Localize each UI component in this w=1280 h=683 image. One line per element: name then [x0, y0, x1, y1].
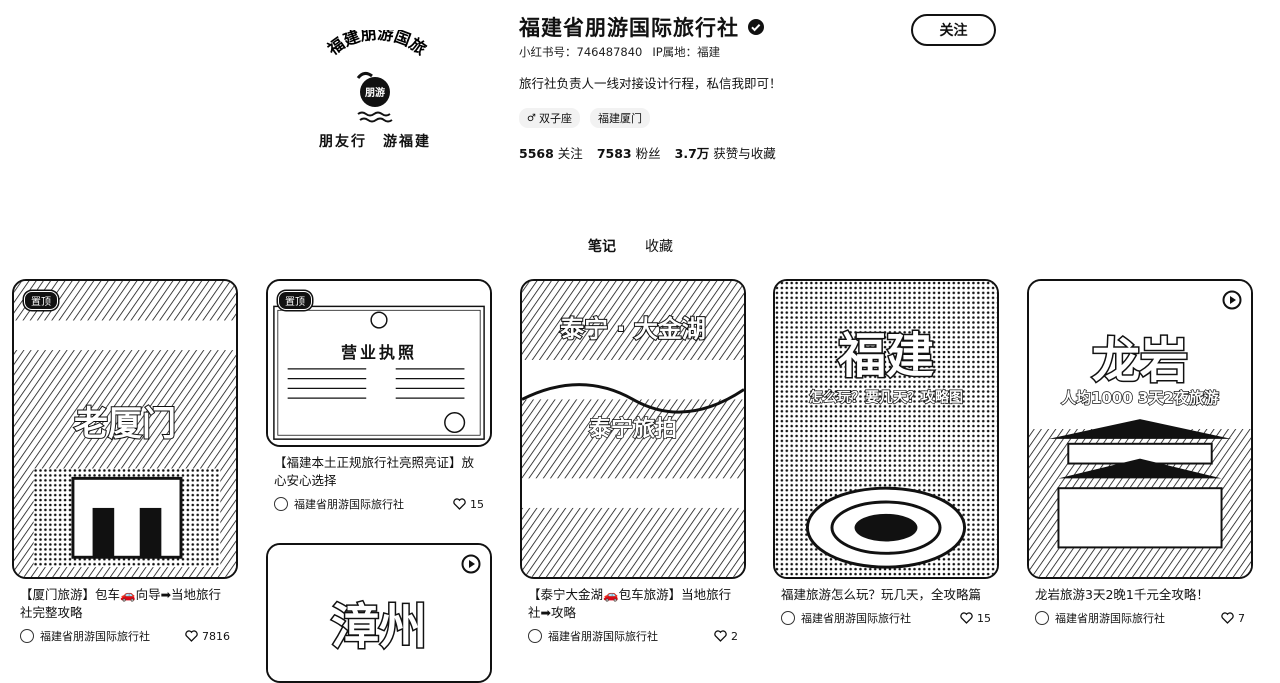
note-card[interactable]: 置顶 老厦门 【厦门旅游】包车🚗向导➡当地旅行社完整攻略 福建省朋游国际旅行社 …: [12, 279, 238, 644]
cover-title: 营业执照: [340, 343, 417, 362]
profile-meta: 小红书号：746487840 IP属地：福建: [519, 44, 720, 60]
stat-followers-num: 7583: [596, 146, 632, 161]
note-footer: 福建省朋游国际旅行社 7: [1027, 604, 1253, 626]
note-author[interactable]: 福建省朋游国际旅行社: [1035, 610, 1165, 626]
pinned-badge: 置顶: [24, 291, 58, 310]
note-caption[interactable]: 【厦门旅游】包车🚗向导➡当地旅行社完整攻略: [12, 579, 238, 622]
cover-subtitle: 怎么玩？要几天？攻略图: [808, 389, 963, 406]
heart-icon: [714, 630, 727, 642]
note-caption[interactable]: 【福建本土正规旅行社亮照亮证】放心安心选择: [266, 447, 492, 490]
author-name: 福建省朋游国际旅行社: [1055, 612, 1165, 625]
note-cover[interactable]: 置顶 营业执照: [266, 279, 492, 447]
cover-title: 老厦门: [73, 403, 177, 445]
tag-location-text: 福建厦门: [597, 112, 642, 125]
author-name: 福建省朋游国际旅行社: [801, 612, 911, 625]
author-avatar: [528, 629, 542, 643]
note-card[interactable]: 置顶 营业执照 【福建本土正规旅行社亮照亮证】放心安心选择 福建省朋游国际旅行社…: [266, 279, 492, 512]
tag-location: 福建厦门: [589, 108, 650, 128]
note-footer: 福建省朋游国际旅行社 7816: [12, 622, 238, 644]
like-button[interactable]: 7816: [185, 630, 230, 643]
like-count: 2: [731, 629, 738, 643]
stat-followers-label: 粉丝: [635, 146, 661, 161]
cover-subtitle: 人均1000 3天2夜旅游: [1060, 388, 1219, 407]
cover-title: 漳州: [329, 598, 428, 657]
cover-title: 龙岩: [1090, 332, 1189, 391]
note-author[interactable]: 福建省朋游国际旅行社: [20, 628, 150, 644]
profile-stats: 5568 关注 7583 粉丝 3.7万 获赞与收藏: [519, 143, 776, 162]
like-button[interactable]: 15: [960, 612, 991, 625]
note-card[interactable]: 漳州: [266, 543, 492, 683]
heart-icon: [960, 612, 973, 624]
stat-following-num: 5568: [519, 146, 554, 161]
stat-followers[interactable]: 7583 粉丝: [597, 143, 661, 162]
author-avatar: [274, 497, 288, 511]
tag-zodiac: ♂ 双子座: [519, 108, 580, 128]
note-cover[interactable]: 漳州: [266, 543, 492, 683]
profile-tabs: 笔记 收藏: [588, 236, 673, 260]
tab-notes[interactable]: 笔记: [588, 236, 616, 260]
author-name: 福建省朋游国际旅行社: [40, 630, 150, 643]
note-author[interactable]: 福建省朋游国际旅行社: [528, 628, 658, 644]
video-play-icon: [461, 554, 481, 574]
pinned-badge: 置顶: [278, 291, 312, 310]
like-count: 7816: [202, 629, 230, 643]
note-author[interactable]: 福建省朋游国际旅行社: [274, 496, 404, 512]
note-author[interactable]: 福建省朋游国际旅行社: [781, 610, 911, 626]
profile-avatar: 福建朋游国旅 朋游 朋友行 游福建: [300, 30, 450, 155]
stat-likes: 3.7万 获赞与收藏: [675, 143, 776, 162]
profile-name-text: 福建省朋游国际旅行社: [519, 16, 739, 40]
stat-likes-num: 3.7万: [674, 146, 710, 161]
note-footer: 福建省朋游国际旅行社 2: [520, 622, 746, 644]
like-count: 15: [977, 611, 991, 625]
note-caption[interactable]: 福建旅游怎么玩？玩几天，全攻略篇: [773, 579, 999, 604]
svg-text:朋游: 朋游: [364, 86, 385, 99]
note-cover[interactable]: 泰宁 · 大金湖 泰宁旅拍: [520, 279, 746, 579]
note-card[interactable]: 龙岩 人均1000 3天2夜旅游 龙岩旅游3天2晚1千元全攻略！ 福建省朋游国际…: [1027, 279, 1253, 626]
note-cover[interactable]: 置顶 老厦门: [12, 279, 238, 579]
tag-zodiac-text: 双子座: [538, 112, 572, 125]
avatar-slogan: 朋友行 游福建: [319, 134, 431, 150]
male-icon: ♂: [527, 112, 536, 124]
note-card[interactable]: 泰宁 · 大金湖 泰宁旅拍 【泰宁大金湖🚗包车旅游】当地旅行社➡攻略 福建省朋游…: [520, 279, 746, 644]
cover-title: 泰宁 · 大金湖: [559, 314, 707, 344]
heart-icon: [1221, 612, 1234, 624]
heart-icon: [453, 498, 466, 510]
note-caption[interactable]: 【泰宁大金湖🚗包车旅游】当地旅行社➡攻略: [520, 579, 746, 622]
stat-following-label: 关注: [557, 146, 583, 161]
profile-name: 福建省朋游国际旅行社: [519, 12, 765, 42]
avatar-arc-text: 福建朋游国旅: [323, 30, 430, 59]
heart-icon: [185, 630, 198, 642]
like-button[interactable]: 15: [453, 498, 484, 511]
stat-following[interactable]: 5568 关注: [519, 143, 583, 162]
ip-location: IP属地：福建: [652, 45, 721, 59]
like-button[interactable]: 7: [1221, 612, 1245, 625]
author-avatar: [1035, 611, 1049, 625]
author-name: 福建省朋游国际旅行社: [294, 498, 404, 511]
video-play-icon: [1222, 290, 1242, 310]
author-avatar: [20, 629, 34, 643]
author-name: 福建省朋游国际旅行社: [548, 630, 658, 643]
note-footer: 福建省朋游国际旅行社 15: [773, 604, 999, 626]
like-count: 15: [470, 497, 484, 511]
note-card[interactable]: 福建 怎么玩？要几天？攻略图 福建旅游怎么玩？玩几天，全攻略篇 福建省朋游国际旅…: [773, 279, 999, 626]
profile-bio: 旅行社负责人一线对接设计行程，私信我即可！: [519, 76, 782, 91]
like-count: 7: [1238, 611, 1245, 625]
profile-tags: ♂ 双子座 福建厦门: [519, 108, 650, 128]
note-caption[interactable]: 龙岩旅游3天2晚1千元全攻略！: [1027, 579, 1253, 604]
note-cover[interactable]: 福建 怎么玩？要几天？攻略图: [773, 279, 999, 579]
like-button[interactable]: 2: [714, 630, 738, 643]
tab-collections[interactable]: 收藏: [645, 236, 673, 260]
follow-button[interactable]: 关注: [911, 14, 996, 46]
cover-subtitle: 泰宁旅拍: [588, 416, 677, 442]
note-cover[interactable]: 龙岩 人均1000 3天2夜旅游: [1027, 279, 1253, 579]
redbook-id: 小红书号：746487840: [519, 45, 643, 59]
avatar-logo: 福建朋游国旅 朋游: [323, 30, 430, 123]
cover-title: 福建: [836, 327, 935, 386]
author-avatar: [781, 611, 795, 625]
verified-icon: [748, 19, 764, 35]
stat-likes-label: 获赞与收藏: [713, 146, 776, 161]
note-footer: 福建省朋游国际旅行社 15: [266, 490, 492, 512]
